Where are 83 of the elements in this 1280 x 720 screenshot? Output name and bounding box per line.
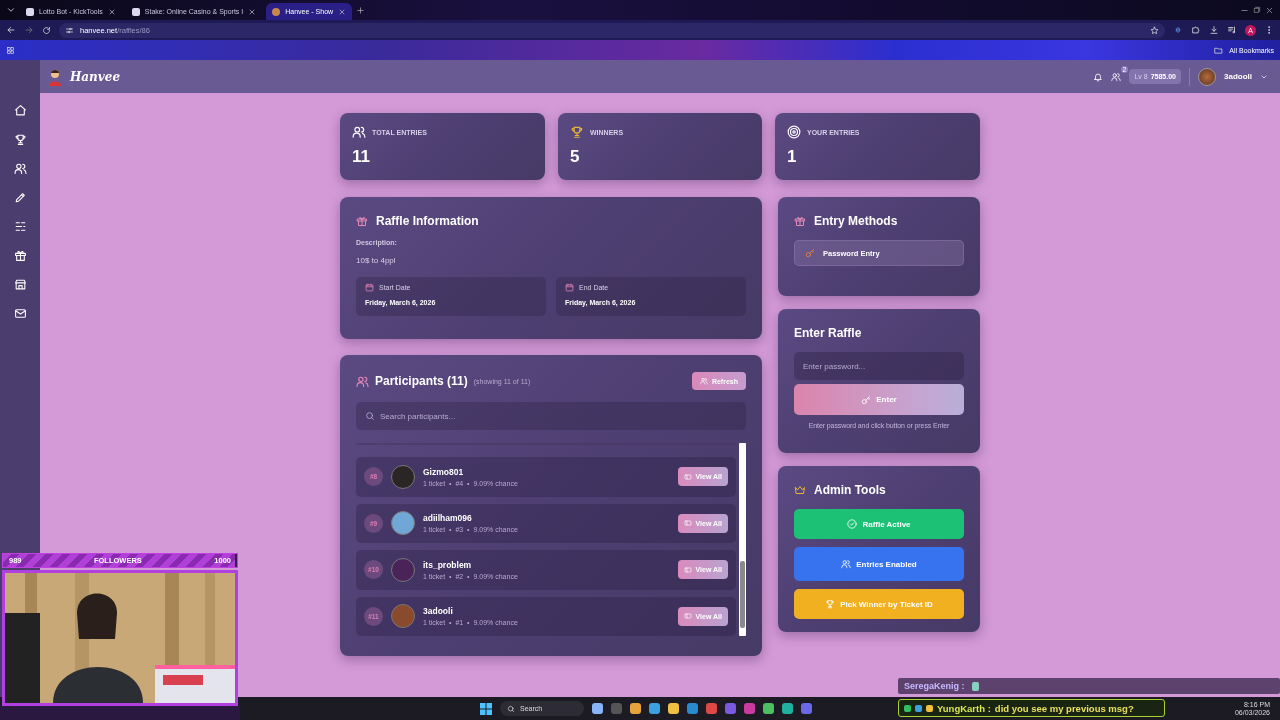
users-icon xyxy=(356,374,369,388)
pencil-icon[interactable] xyxy=(13,191,27,204)
search-icon xyxy=(507,704,515,713)
participant-name: its_problem xyxy=(423,559,473,570)
new-tab-icon[interactable] xyxy=(356,5,366,15)
list-icon[interactable] xyxy=(13,220,27,233)
user-avatar[interactable] xyxy=(1198,67,1216,86)
card-title: Raffle Information xyxy=(376,214,479,228)
taskbar-app-icon[interactable] xyxy=(649,703,660,714)
logo-mascot-icon xyxy=(48,67,62,86)
taskbar-app-icon[interactable] xyxy=(744,703,755,714)
search-icon xyxy=(365,411,375,421)
folder-icon xyxy=(1214,45,1224,55)
media-icon[interactable] xyxy=(1227,25,1237,35)
users-icon xyxy=(352,125,366,139)
ticket-icon xyxy=(683,472,692,481)
participant-name: adiilham096 xyxy=(423,513,473,524)
taskbar-app-icon[interactable] xyxy=(782,703,793,714)
card-title: Admin Tools xyxy=(814,483,886,497)
windows-start-icon[interactable] xyxy=(480,702,492,715)
download-icon[interactable] xyxy=(1209,25,1219,35)
calendar-icon xyxy=(565,283,574,292)
target-icon xyxy=(787,125,801,139)
back-icon[interactable] xyxy=(6,25,16,35)
mail-icon[interactable] xyxy=(13,307,27,320)
calendar-icon xyxy=(365,283,374,292)
taskbar-app-icon[interactable] xyxy=(687,703,698,714)
forward-icon[interactable] xyxy=(24,25,34,35)
users-icon xyxy=(841,559,852,569)
audio-icon[interactable] xyxy=(1173,25,1183,35)
taskbar-app-icon[interactable] xyxy=(706,703,717,714)
taskbar-app-icon[interactable] xyxy=(668,703,679,714)
ticket-icon xyxy=(683,519,692,528)
taskbar-app-icon[interactable] xyxy=(763,703,774,714)
extensions-icon[interactable] xyxy=(1191,25,1201,35)
key-icon xyxy=(805,248,815,258)
trophy-icon xyxy=(825,599,836,609)
restore-icon[interactable] xyxy=(1253,6,1261,14)
username[interactable]: 3adooli xyxy=(1224,72,1252,81)
stat-value: 11 xyxy=(352,147,371,167)
close-icon[interactable] xyxy=(1265,5,1274,15)
ticket-icon xyxy=(683,612,692,621)
close-icon[interactable] xyxy=(338,7,347,16)
taskbar-app-icon[interactable] xyxy=(801,703,812,714)
friends-icon[interactable] xyxy=(1111,71,1122,82)
key-icon xyxy=(861,394,872,405)
gift-icon xyxy=(356,215,368,227)
card-title: Enter Raffle xyxy=(794,326,862,340)
stat-value: 5 xyxy=(570,147,581,167)
close-icon[interactable] xyxy=(107,7,116,16)
bookmark-star-icon[interactable] xyxy=(1150,25,1159,35)
trophy-icon[interactable] xyxy=(13,133,27,146)
crown-icon xyxy=(794,484,806,496)
stat-value: 1 xyxy=(787,147,798,167)
scrollbar[interactable] xyxy=(739,443,746,636)
participant-name: Gizmo801 xyxy=(423,466,465,477)
bell-icon[interactable] xyxy=(1093,71,1104,82)
admin-button[interactable]: Entries Enabled xyxy=(794,547,964,581)
description-text: 10$ to 4ppl xyxy=(356,256,397,265)
store-icon[interactable] xyxy=(13,278,27,291)
gift-icon xyxy=(794,215,806,227)
chat-username: SeregaKenig : xyxy=(904,681,965,691)
participant-name: 3adooli xyxy=(423,606,454,617)
site-settings-icon xyxy=(65,25,74,35)
taskbar-app-icon[interactable] xyxy=(630,703,641,714)
ticket-icon xyxy=(683,565,692,574)
users-icon[interactable] xyxy=(13,162,27,175)
apps-icon[interactable] xyxy=(6,45,15,55)
card-title: Entry Methods xyxy=(814,214,898,228)
tab-list-icon[interactable] xyxy=(6,5,16,15)
reload-icon[interactable] xyxy=(42,25,51,35)
home-icon[interactable] xyxy=(13,104,27,117)
gift-icon[interactable] xyxy=(13,249,27,262)
users-icon xyxy=(699,377,708,385)
trophy-icon xyxy=(570,125,584,139)
close-icon[interactable] xyxy=(248,7,257,16)
check-circle-icon xyxy=(847,519,858,529)
logo-text[interactable]: Hanvee xyxy=(70,69,121,84)
emote-icon xyxy=(969,680,981,692)
taskbar-app-icon[interactable] xyxy=(592,703,603,714)
chat-username: YungKarth : xyxy=(937,702,991,714)
chat-message: did you see my previous msg? xyxy=(994,702,1134,714)
card-title: Participants (11) xyxy=(375,374,468,388)
